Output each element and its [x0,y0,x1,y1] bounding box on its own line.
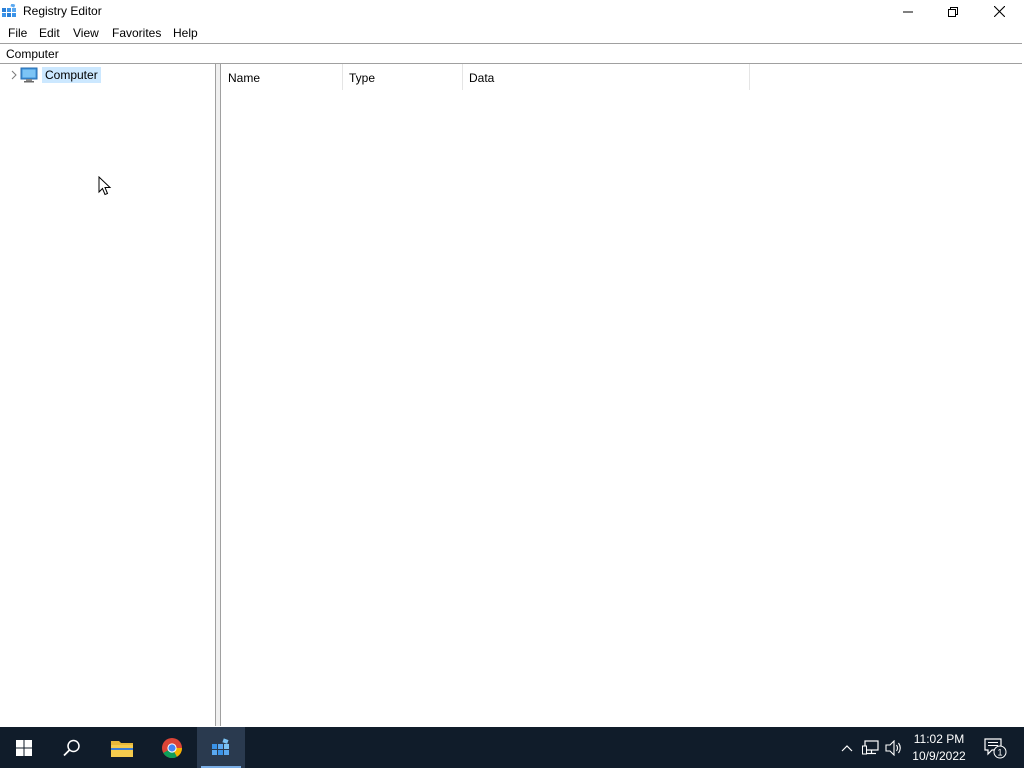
address-path[interactable]: Computer [6,47,59,61]
registry-editor-icon [2,4,16,17]
chrome-icon [162,737,183,758]
chrome-button[interactable] [148,727,196,768]
notification-icon: 1 [984,737,1007,758]
column-header-data[interactable]: Data [462,64,750,90]
mouse-cursor-icon [98,176,112,196]
column-header-type[interactable]: Type [342,64,463,90]
computer-icon [20,67,38,83]
chevron-up-icon [841,744,853,751]
taskbar-clock[interactable]: 11:02 PM 10/9/2022 [905,731,973,765]
menu-bar: File Edit View Favorites Help [0,23,1024,43]
menu-favorites[interactable]: Favorites [112,26,161,40]
minimize-button[interactable] [885,0,931,23]
volume-button[interactable] [884,727,904,768]
menu-help[interactable]: Help [173,26,198,40]
values-list[interactable]: Name Type Data [220,64,1023,726]
show-hidden-icons-button[interactable] [838,727,856,768]
restore-icon [948,6,958,17]
menu-file[interactable]: File [8,26,27,40]
action-center-button[interactable]: 1 [980,727,1010,768]
search-button[interactable] [48,727,96,768]
registry-editor-taskbar-button[interactable] [197,727,245,768]
minimize-icon [903,11,913,12]
column-type-label: Type [349,71,376,85]
title-bar[interactable]: Registry Editor [0,0,1024,23]
address-bar[interactable]: Computer [0,43,1022,64]
start-icon [16,739,32,756]
chevron-right-icon[interactable] [9,70,19,80]
search-icon [63,739,80,756]
start-button[interactable] [0,727,48,768]
restore-button[interactable] [930,0,976,23]
file-explorer-icon [111,740,133,757]
tree-pane[interactable]: Computer [1,64,216,726]
column-name-label: Name [228,71,261,85]
network-icon [862,739,879,754]
file-explorer-button[interactable] [98,727,146,768]
registry-editor-icon [212,737,229,755]
menu-view[interactable]: View [73,26,99,40]
taskbar: 11:02 PM 10/9/2022 1 [0,727,1024,768]
tree-node-computer[interactable]: Computer [20,66,101,84]
close-button[interactable] [976,0,1022,23]
window-title: Registry Editor [23,4,102,18]
clock-time: 11:02 PM [913,732,965,746]
speaker-icon [885,739,901,756]
tree-node-label[interactable]: Computer [42,67,101,83]
close-icon [993,6,1005,17]
network-button[interactable] [860,727,882,768]
notification-count: 1 [997,747,1002,757]
column-header-name[interactable]: Name [221,64,343,90]
clock-date: 10/9/2022 [912,749,966,763]
column-data-label: Data [469,71,495,85]
menu-edit[interactable]: Edit [39,26,60,40]
